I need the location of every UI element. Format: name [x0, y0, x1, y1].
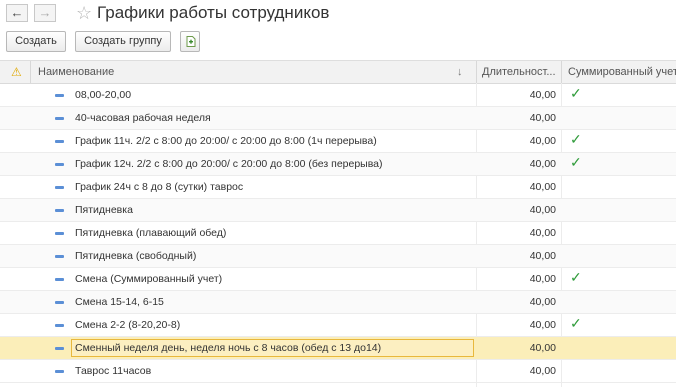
catalog-item-icon: [55, 163, 64, 166]
row-name: 40-часовая рабочая неделя: [75, 112, 211, 124]
header-separator: [561, 61, 562, 83]
table-row[interactable]: Таврос 11часов 40,00: [0, 360, 676, 383]
checkmark-icon: ✓: [570, 154, 582, 170]
row-duration: 40,00: [529, 89, 556, 101]
table-body: 08,00-20,00 40,00 ✓ 40-часовая рабочая неде…: [0, 84, 676, 383]
row-duration: 40,00: [529, 227, 556, 239]
catalog-item-icon: [55, 301, 64, 304]
table-row[interactable]: Пятидневка (свободный) 40,00: [0, 245, 676, 268]
warning-icon: ⚠: [11, 65, 22, 79]
catalog-item-icon: [55, 278, 64, 281]
table-row[interactable]: 40-часовая рабочая неделя 40,00: [0, 107, 676, 130]
row-name: График 11ч. 2/2 с 8:00 до 20:00/ с 20:00…: [75, 135, 377, 147]
page-title: Графики работы сотрудников: [97, 3, 330, 22]
row-name: График 24ч с 8 до 8 (сутки) таврос: [75, 181, 244, 193]
row-name: Пятидневка (плавающий обед): [75, 227, 227, 239]
checkmark-icon: ✓: [570, 315, 582, 331]
table-row[interactable]: График 11ч. 2/2 с 8:00 до 20:00/ с 20:00…: [0, 130, 676, 153]
catalog-item-icon: [55, 324, 64, 327]
table-row[interactable]: Смена 2-2 (8-20,20-8) 40,00 ✓: [0, 314, 676, 337]
column-header-name[interactable]: Наименование: [38, 61, 418, 83]
row-name: График 12ч. 2/2 с 8:00 до 20:00/ с 20:00…: [75, 158, 383, 170]
header-separator: [30, 61, 31, 83]
back-button[interactable]: ←: [6, 4, 28, 22]
row-duration: 40,00: [529, 319, 556, 331]
table-row[interactable]: График 24ч с 8 до 8 (сутки) таврос 40,00: [0, 176, 676, 199]
checkmark-icon: ✓: [570, 85, 582, 101]
document-plus-icon: [186, 36, 196, 47]
row-duration: 40,00: [529, 250, 556, 262]
column-header-duration[interactable]: Длительност...: [482, 61, 558, 83]
catalog-item-icon: [55, 232, 64, 235]
row-duration: 40,00: [529, 342, 556, 354]
export-button[interactable]: [180, 31, 200, 52]
catalog-item-icon: [55, 186, 64, 189]
catalog-item-icon: [55, 347, 64, 350]
table-row[interactable]: Пятидневка 40,00: [0, 199, 676, 222]
toolbar: Создать Создать группу: [0, 31, 676, 53]
row-duration: 40,00: [529, 181, 556, 193]
checkmark-icon: ✓: [570, 269, 582, 285]
row-duration: 40,00: [529, 273, 556, 285]
table-header: ⚠ Наименование ↓ Длительност... Суммиров…: [0, 61, 676, 84]
catalog-item-icon: [55, 209, 64, 212]
row-name: Смена (Суммированный учет): [75, 273, 223, 285]
catalog-item-icon: [55, 94, 64, 97]
table-row[interactable]: Пятидневка (плавающий обед) 40,00: [0, 222, 676, 245]
arrow-right-icon: →: [38, 5, 52, 20]
row-name: Смена 15-14, 6-15: [75, 296, 164, 308]
column-header-summarized[interactable]: Суммированный учет: [568, 61, 676, 83]
sort-arrow-icon[interactable]: ↓: [457, 61, 463, 83]
row-name: Пятидневка: [75, 204, 133, 216]
arrow-left-icon: ←: [10, 5, 24, 20]
row-duration: 40,00: [529, 158, 556, 170]
table-row[interactable]: Смена 15-14, 6-15 40,00: [0, 291, 676, 314]
title-bar: ← → ☆ Графики работы сотрудников: [0, 0, 676, 30]
create-button[interactable]: Создать: [6, 31, 66, 52]
row-duration: 40,00: [529, 112, 556, 124]
favorite-star-icon[interactable]: ☆: [76, 3, 92, 23]
row-duration: 40,00: [529, 135, 556, 147]
row-name: Таврос 11часов: [75, 365, 152, 377]
schedules-table: ⚠ Наименование ↓ Длительност... Суммиров…: [0, 60, 676, 387]
row-name: 08,00-20,00: [75, 89, 132, 101]
table-row[interactable]: Смена (Суммированный учет) 40,00 ✓: [0, 268, 676, 291]
create-group-button[interactable]: Создать группу: [75, 31, 171, 52]
table-row[interactable]: График 12ч. 2/2 с 8:00 до 20:00/ с 20:00…: [0, 153, 676, 176]
row-duration: 40,00: [529, 204, 556, 216]
catalog-item-icon: [55, 370, 64, 373]
table-row[interactable]: 08,00-20,00 40,00 ✓: [0, 84, 676, 107]
table-row[interactable]: Сменный неделя день, неделя ночь с 8 час…: [0, 337, 676, 360]
catalog-item-icon: [55, 117, 64, 120]
checkmark-icon: ✓: [570, 131, 582, 147]
row-name: Смена 2-2 (8-20,20-8): [75, 319, 181, 331]
row-duration: 40,00: [529, 296, 556, 308]
row-name: Сменный неделя день, неделя ночь с 8 час…: [75, 342, 382, 354]
header-separator: [476, 61, 477, 83]
catalog-item-icon: [55, 140, 64, 143]
row-duration: 40,00: [529, 365, 556, 377]
catalog-item-icon: [55, 255, 64, 258]
forward-button[interactable]: →: [34, 4, 56, 22]
row-name: Пятидневка (свободный): [75, 250, 197, 262]
